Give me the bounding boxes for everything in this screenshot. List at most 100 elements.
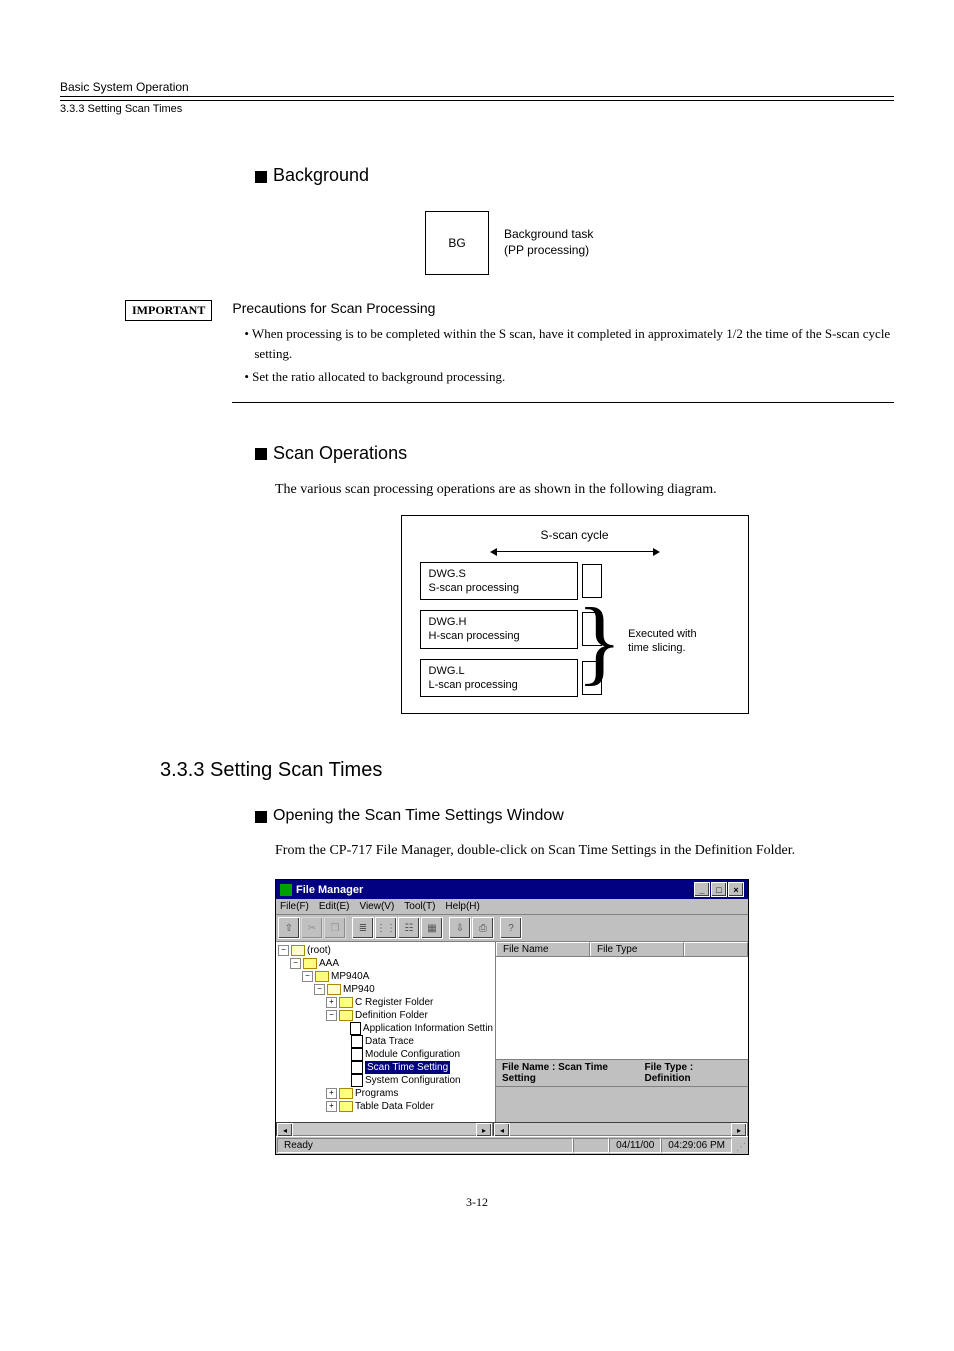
tree-root[interactable]: (root) bbox=[307, 944, 331, 957]
toolbar-view2-icon[interactable]: ⋮⋮ bbox=[375, 917, 397, 939]
tree-module-config[interactable]: Module Configuration bbox=[365, 1048, 460, 1061]
scroll-right-icon[interactable]: ▸ bbox=[731, 1123, 747, 1137]
tree-programs[interactable]: Programs bbox=[355, 1087, 398, 1100]
heading-scan-operations-text: Scan Operations bbox=[273, 443, 407, 464]
list-info-filetype: File Type : Definition bbox=[645, 1062, 743, 1084]
dwg-h-name: DWG.H bbox=[429, 615, 569, 629]
dwg-s-name: DWG.S bbox=[429, 567, 569, 581]
scroll-left-icon[interactable]: ◂ bbox=[277, 1123, 293, 1137]
scroll-left-icon[interactable]: ◂ bbox=[494, 1123, 510, 1137]
toolbar-up-icon[interactable]: ⇧ bbox=[278, 917, 300, 939]
menu-file[interactable]: File(F) bbox=[280, 901, 309, 912]
dwg-l-proc: L-scan processing bbox=[429, 678, 569, 692]
tree-definition-folder[interactable]: Definition Folder bbox=[355, 1009, 428, 1022]
tree-data-trace[interactable]: Data Trace bbox=[365, 1035, 414, 1048]
tree-app-info[interactable]: Application Information Settin bbox=[363, 1022, 493, 1035]
toolbar-view1-icon[interactable]: ≣ bbox=[352, 917, 374, 939]
tree-pane[interactable]: −(root) −AAA −MP940A −MP940 +C Register … bbox=[276, 942, 496, 1122]
toolbar: ⇧ ✂ ❐ ≣ ⋮⋮ ☷ ▦ ⇩ ⎙ ? bbox=[276, 915, 748, 942]
folder-icon bbox=[303, 958, 317, 969]
brace-label-l1: Executed with bbox=[628, 627, 696, 641]
tree-aaa[interactable]: AAA bbox=[319, 957, 339, 970]
menu-edit[interactable]: Edit(E) bbox=[319, 901, 350, 912]
tree-hscrollbar[interactable]: ◂ ▸ bbox=[276, 1122, 493, 1136]
tree-c-register[interactable]: C Register Folder bbox=[355, 996, 433, 1009]
document-icon bbox=[351, 1074, 363, 1087]
tree-toggle-icon[interactable]: − bbox=[278, 945, 289, 956]
folder-icon bbox=[339, 997, 353, 1008]
tree-toggle-icon[interactable]: − bbox=[290, 958, 301, 969]
scrollbar-row: ◂ ▸ ◂ ▸ bbox=[276, 1122, 748, 1136]
status-date: 04/11/00 bbox=[609, 1138, 661, 1153]
dwg-h-proc: H-scan processing bbox=[429, 629, 569, 643]
list-pane: File Name File Type File Name : Scan Tim… bbox=[496, 942, 748, 1122]
tree-toggle-icon[interactable]: + bbox=[326, 997, 337, 1008]
tree-toggle-icon[interactable]: + bbox=[326, 1101, 337, 1112]
heading-opening-scan-time-text: Opening the Scan Time Settings Window bbox=[273, 807, 564, 825]
square-bullet-icon bbox=[255, 811, 267, 823]
list-col-blank[interactable] bbox=[684, 942, 748, 956]
file-manager-title: File Manager bbox=[296, 884, 363, 896]
document-icon bbox=[351, 1061, 363, 1074]
heading-scan-operations: Scan Operations bbox=[255, 443, 894, 464]
tree-toggle-icon[interactable]: − bbox=[302, 971, 313, 982]
maximize-button[interactable]: □ bbox=[711, 882, 727, 897]
list-col-filename[interactable]: File Name bbox=[496, 942, 590, 956]
menu-help[interactable]: Help(H) bbox=[445, 901, 479, 912]
file-manager-window: File Manager _ □ × File(F) Edit(E) View(… bbox=[275, 879, 749, 1155]
bg-task-label-l2: (PP processing) bbox=[504, 243, 593, 259]
tree-scan-time-setting[interactable]: Scan Time Setting bbox=[365, 1061, 450, 1074]
dwg-s-proc: S-scan processing bbox=[429, 581, 569, 595]
list-blank-area bbox=[496, 1087, 748, 1122]
toolbar-help-icon[interactable]: ? bbox=[500, 917, 522, 939]
tree-table-data[interactable]: Table Data Folder bbox=[355, 1100, 434, 1113]
toolbar-send-icon[interactable]: ⇩ bbox=[449, 917, 471, 939]
list-hscrollbar[interactable]: ◂ ▸ bbox=[493, 1122, 748, 1136]
resize-grip-icon[interactable]: ⋰ bbox=[732, 1138, 747, 1153]
toolbar-print-icon[interactable]: ⎙ bbox=[472, 917, 494, 939]
bg-task-label-l1: Background task bbox=[504, 227, 593, 243]
arrow-right-icon bbox=[653, 548, 660, 556]
bg-task-label: Background task (PP processing) bbox=[504, 227, 593, 258]
scan-cycle-label: S-scan cycle bbox=[420, 528, 730, 542]
dwg-l-box: DWG.L L-scan processing bbox=[420, 659, 578, 698]
status-bar: Ready 04/11/00 04:29:06 PM ⋰ bbox=[276, 1136, 748, 1154]
heading-section-3-3-3: 3.3.3 Setting Scan Times bbox=[160, 759, 894, 782]
toolbar-view4-icon[interactable]: ▦ bbox=[421, 917, 443, 939]
list-body[interactable] bbox=[496, 957, 748, 1059]
status-blank-cell bbox=[573, 1138, 609, 1153]
tree-mp940a[interactable]: MP940A bbox=[331, 970, 369, 983]
scan-operations-diagram: S-scan cycle DWG.S S-scan processing bbox=[401, 515, 749, 715]
folder-icon bbox=[339, 1088, 353, 1099]
heading-background-text: Background bbox=[273, 165, 369, 186]
document-icon bbox=[350, 1022, 361, 1035]
scroll-right-icon[interactable]: ▸ bbox=[476, 1123, 492, 1137]
page-header-chapter: Basic System Operation bbox=[60, 80, 894, 97]
tree-system-config[interactable]: System Configuration bbox=[365, 1074, 461, 1087]
file-manager-titlebar[interactable]: File Manager _ □ × bbox=[276, 880, 748, 899]
page-header-section: 3.3.3 Setting Scan Times bbox=[60, 100, 894, 115]
menu-tool[interactable]: Tool(T) bbox=[404, 901, 435, 912]
toolbar-cut-icon[interactable]: ✂ bbox=[301, 917, 323, 939]
arrow-left-icon bbox=[490, 548, 497, 556]
close-button[interactable]: × bbox=[728, 882, 744, 897]
document-icon bbox=[351, 1035, 363, 1048]
divider bbox=[232, 402, 894, 403]
folder-icon bbox=[339, 1101, 353, 1112]
minimize-button[interactable]: _ bbox=[694, 882, 710, 897]
list-col-filetype[interactable]: File Type bbox=[590, 942, 684, 956]
toolbar-view3-icon[interactable]: ☷ bbox=[398, 917, 420, 939]
list-info-filename: File Name : Scan Time Setting bbox=[502, 1062, 645, 1084]
app-icon bbox=[280, 884, 292, 896]
toolbar-copy-icon[interactable]: ❐ bbox=[324, 917, 346, 939]
tree-toggle-icon[interactable]: − bbox=[326, 1010, 337, 1021]
status-ready: Ready bbox=[277, 1138, 573, 1153]
brace-label-l2: time slicing. bbox=[628, 641, 696, 655]
tree-toggle-icon[interactable]: − bbox=[314, 984, 325, 995]
tree-mp940[interactable]: MP940 bbox=[343, 983, 375, 996]
tree-toggle-icon[interactable]: + bbox=[326, 1088, 337, 1099]
document-icon bbox=[351, 1048, 363, 1061]
menu-view[interactable]: View(V) bbox=[359, 901, 394, 912]
opening-scan-time-text: From the CP-717 File Manager, double-cli… bbox=[275, 840, 894, 861]
important-badge: IMPORTANT bbox=[125, 300, 212, 321]
